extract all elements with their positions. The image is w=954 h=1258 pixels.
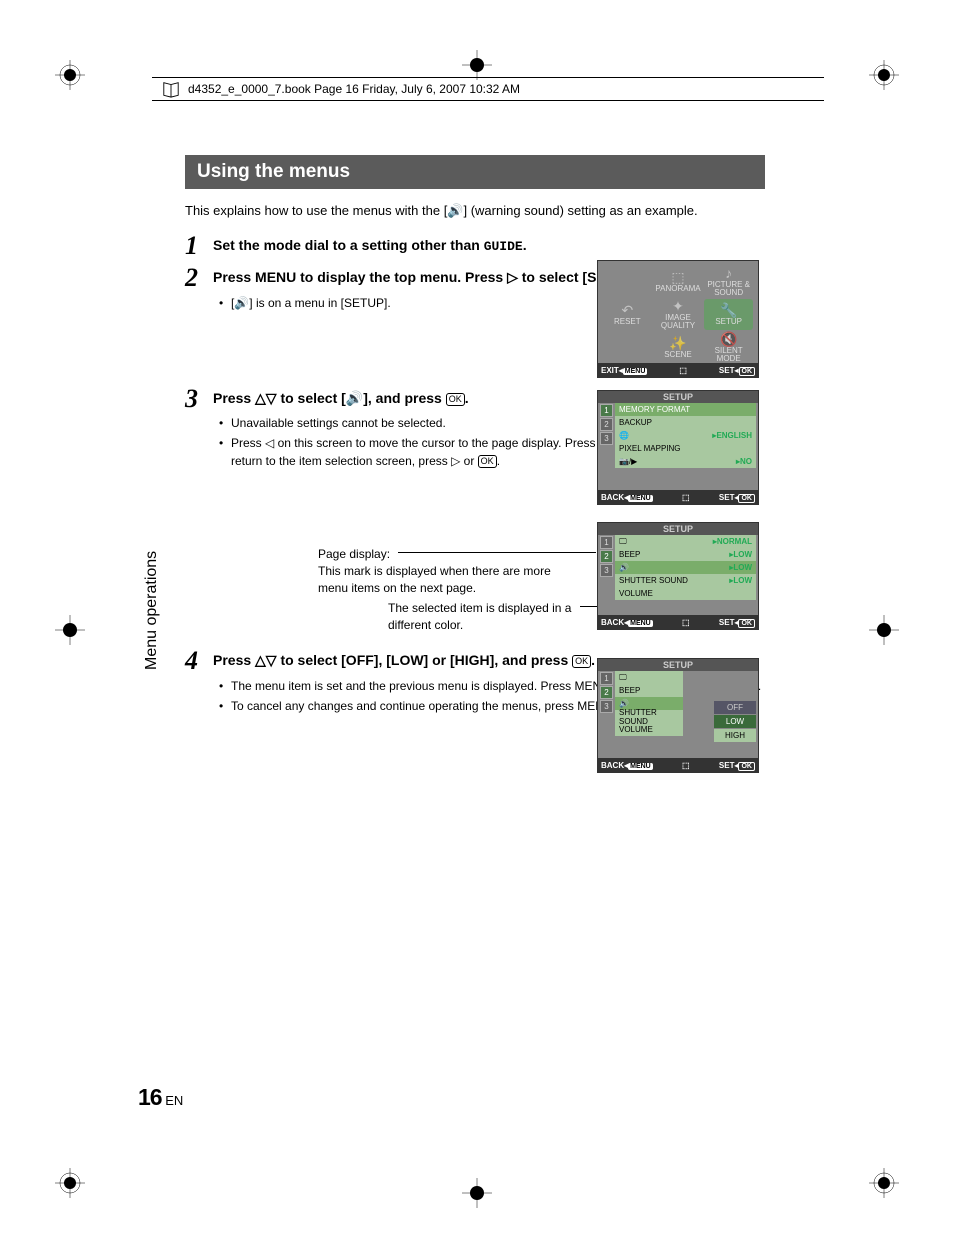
lcd-screen-setup1: SETUP 123 MEMORY FORMAT BACKUP 🌐▸ENGLISH… — [597, 390, 759, 505]
lcd-screen-setup3: SETUP 123 🖵 BEEP 🔊 SHUTTER SOUND VOLUME … — [597, 658, 759, 773]
page-number: 16 EN — [138, 1084, 183, 1111]
header-bar: d4352_e_0000_7.book Page 16 Friday, July… — [152, 77, 824, 101]
step-1: 1 Set the mode dial to a setting other t… — [185, 233, 765, 259]
intro-text: This explains how to use the menus with … — [185, 203, 765, 219]
header-text: d4352_e_0000_7.book Page 16 Friday, July… — [188, 82, 520, 96]
crop-mark — [462, 1178, 492, 1208]
crop-mark — [869, 1168, 899, 1198]
section-title: Using the menus — [185, 155, 765, 189]
step-number: 2 — [185, 265, 213, 314]
lcd-screen-topmenu: ⬚PANORAMA ♪PICTURE & SOUND ↶RESET ✦IMAGE… — [597, 260, 759, 378]
crop-mark — [462, 50, 492, 80]
side-label: Menu operations — [143, 551, 161, 670]
crop-mark — [869, 60, 899, 90]
callout-selected-item: The selected item is displayed in a diff… — [388, 600, 588, 634]
crop-mark — [55, 60, 85, 90]
crop-mark — [55, 1168, 85, 1198]
callout-line — [398, 552, 596, 553]
lcd-screen-setup2: SETUP 123 🖵▸NORMAL BEEP▸LOW 🔊▸LOW SHUTTE… — [597, 522, 759, 630]
step-title: Set the mode dial to a setting other tha… — [213, 236, 765, 256]
crop-mark — [869, 615, 899, 645]
book-icon — [162, 80, 180, 98]
step-number: 3 — [185, 386, 213, 473]
step-number: 4 — [185, 648, 213, 717]
step-number: 1 — [185, 233, 213, 259]
callout-page-display: Page display: This mark is displayed whe… — [318, 546, 578, 596]
crop-mark — [55, 615, 85, 645]
